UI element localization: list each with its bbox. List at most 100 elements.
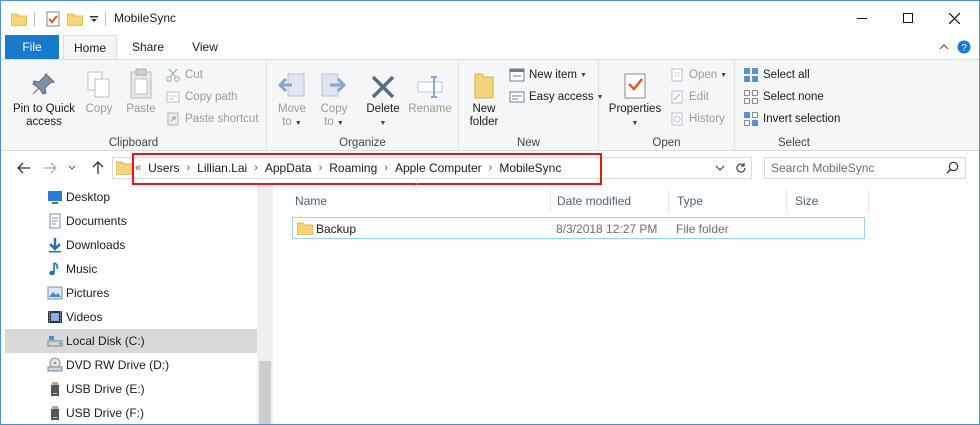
select-all-button[interactable]: Select all (743, 65, 810, 85)
folder-icon (116, 161, 132, 175)
recent-locations-button[interactable] (63, 159, 81, 177)
copy-path-icon (165, 89, 181, 105)
invert-selection-icon (743, 111, 759, 127)
nav-item-downloads[interactable]: Downloads (5, 233, 257, 257)
file-row-backup[interactable]: Backup 8/3/2018 12:27 PM File folder (292, 217, 865, 239)
edit-button[interactable]: Edit (669, 87, 709, 107)
invert-selection-button[interactable]: Invert selection (743, 109, 840, 129)
tab-file[interactable]: File (5, 35, 59, 59)
chevron-right-icon[interactable]: › (186, 162, 190, 174)
pin-label-2: access (26, 116, 62, 128)
svg-text:?: ? (961, 43, 967, 54)
back-arrow-icon (17, 162, 30, 174)
app-folder-icon (11, 10, 27, 28)
address-bar[interactable]: « Users › Lillian.Lai › AppData › Roamin… (112, 157, 752, 179)
column-header-size[interactable]: Size (787, 189, 869, 213)
nav-item-desktop[interactable]: Desktop (5, 185, 257, 209)
nav-item-local-disk-c[interactable]: Local Disk (C:) (5, 329, 257, 353)
open-group-label: Open (652, 137, 681, 149)
help-icon[interactable]: ? (957, 40, 971, 54)
chevron-right-icon[interactable]: › (254, 162, 258, 174)
paste-shortcut-button[interactable]: Paste shortcut (165, 109, 259, 129)
documents-icon (49, 213, 61, 229)
history-button[interactable]: History (669, 109, 725, 129)
cut-button[interactable]: Cut (165, 65, 203, 85)
minimize-button[interactable] (839, 1, 885, 35)
address-row: « Users › Lillian.Lai › AppData › Roamin… (1, 151, 979, 185)
open-button[interactable]: Open ▼ (669, 65, 727, 85)
breadcrumb-roaming[interactable]: Roaming (329, 161, 377, 175)
new-item-icon (509, 67, 525, 83)
new-item-button[interactable]: New item ▼ (509, 65, 587, 85)
nav-item-documents[interactable]: Documents (5, 209, 257, 233)
collapse-ribbon-icon[interactable] (937, 40, 951, 54)
pin-to-quick-access-button[interactable]: Pin to Quick access (7, 66, 81, 129)
back-button[interactable] (15, 159, 33, 177)
rename-icon (407, 66, 453, 100)
copy-button[interactable]: Copy (81, 66, 117, 116)
select-all-icon (743, 67, 759, 83)
up-button[interactable] (89, 159, 107, 177)
column-header-date-modified[interactable]: Date modified (549, 189, 669, 213)
maximize-icon (903, 13, 913, 23)
search-icon (946, 161, 959, 174)
explorer-window: MobileSync File Home Share View ? Pin to… (0, 0, 980, 425)
search-box[interactable] (764, 157, 966, 179)
select-group-label: Select (778, 137, 810, 149)
tab-view[interactable]: View (179, 35, 231, 59)
breadcrumb-mobilesync[interactable]: MobileSync (499, 161, 561, 175)
forward-arrow-icon (44, 162, 57, 174)
minimize-icon (857, 18, 867, 19)
breadcrumb-appdata[interactable]: AppData (265, 161, 312, 175)
ribbon: Pin to Quick access Copy Paste Cut Copy … (1, 59, 979, 151)
copy-to-button[interactable]: Copy to ▼ (315, 66, 353, 130)
tab-share[interactable]: Share (121, 35, 175, 59)
customize-quick-access-icon[interactable] (89, 10, 99, 28)
maximize-button[interactable] (885, 1, 931, 35)
file-date-modified: 8/3/2018 12:27 PM (556, 222, 658, 236)
column-header-name[interactable]: Name (287, 189, 551, 213)
up-arrow-icon (92, 161, 104, 174)
chevron-right-icon[interactable]: › (384, 162, 388, 174)
breadcrumb-users[interactable]: Users (148, 161, 179, 175)
copy-path-button[interactable]: Copy path (165, 87, 237, 107)
properties-quick-icon[interactable] (45, 10, 61, 28)
desktop-icon (48, 191, 62, 204)
rename-button[interactable]: Rename (407, 66, 453, 116)
scissors-icon (165, 67, 181, 83)
tab-home[interactable]: Home (63, 35, 117, 60)
easy-access-button[interactable]: Easy access ▼ (509, 87, 604, 107)
breadcrumb-lillian-lai[interactable]: Lillian.Lai (197, 161, 247, 175)
forward-button[interactable] (41, 159, 59, 177)
close-icon (948, 12, 960, 24)
nav-item-usb-drive-e[interactable]: USB Drive (E:) (5, 377, 257, 401)
properties-button[interactable]: Properties ▼ (605, 66, 665, 130)
search-input[interactable] (771, 160, 939, 176)
new-folder-button[interactable]: New folder (465, 66, 503, 129)
usb-drive-icon (51, 406, 59, 420)
nav-pane-scroll-thumb[interactable] (259, 361, 271, 424)
nav-item-dvd-rw-drive-d[interactable]: DVD RW Drive (D:) (5, 353, 257, 377)
nav-item-videos[interactable]: Videos (5, 305, 257, 329)
group-select: Select all Select none Invert selection … (735, 60, 853, 151)
select-none-button[interactable]: Select none (743, 87, 824, 107)
nav-item-pictures[interactable]: Pictures (5, 281, 257, 305)
delete-button[interactable]: Delete ▼ (363, 66, 403, 130)
videos-icon (48, 311, 62, 323)
new-group-label: New (516, 137, 540, 149)
breadcrumb-overflow[interactable]: « (135, 162, 141, 174)
nav-item-music[interactable]: Music (5, 257, 257, 281)
column-header-type[interactable]: Type (669, 189, 787, 213)
nav-item-usb-drive-f[interactable]: USB Drive (F:) (5, 401, 257, 424)
move-to-button[interactable]: Move to ▼ (273, 66, 311, 130)
chevron-right-icon[interactable]: › (489, 162, 493, 174)
organize-group-label: Organize (339, 137, 386, 149)
group-clipboard: Pin to Quick access Copy Paste Cut Copy … (1, 60, 267, 151)
properties-icon (605, 66, 665, 100)
close-button[interactable] (931, 1, 977, 35)
chevron-right-icon[interactable]: › (319, 162, 323, 174)
paste-label: Paste (126, 103, 156, 115)
breadcrumb-apple-computer[interactable]: Apple Computer (395, 161, 482, 175)
new-folder-quick-icon[interactable] (67, 10, 83, 28)
paste-button[interactable]: Paste (121, 66, 161, 116)
